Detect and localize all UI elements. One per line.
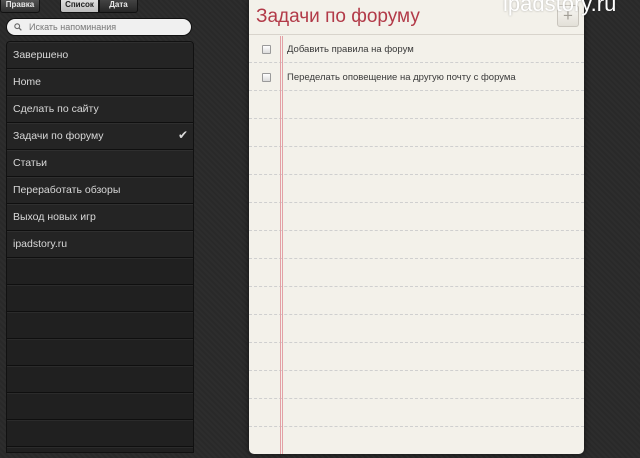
ruled-line — [249, 230, 584, 231]
segment-list[interactable]: Список — [60, 0, 99, 13]
reminder-text[interactable]: Добавить правила на форум — [287, 44, 414, 55]
ruled-line — [249, 426, 584, 427]
reminder-item[interactable]: Переделать оповещение на другую почту с … — [249, 69, 584, 89]
list-item-label: Переработать обзоры — [13, 184, 121, 196]
empty-row — [7, 393, 193, 420]
search-input[interactable] — [29, 20, 189, 34]
empty-row — [7, 420, 193, 447]
reminder-checkbox[interactable] — [262, 73, 271, 82]
empty-row — [7, 447, 193, 452]
ruled-line — [249, 342, 584, 343]
page-title: Задачи по форуму — [256, 6, 420, 27]
list-item-label: Статьи — [13, 157, 48, 169]
ruled-line — [249, 398, 584, 399]
empty-row — [7, 258, 193, 285]
sidebar-toolbar: Правка Список Дата — [0, 0, 200, 14]
list-item-label: Задачи по форуму — [13, 130, 104, 142]
list-item-label: Home — [13, 76, 42, 88]
empty-row — [7, 366, 193, 393]
ruled-line — [249, 118, 584, 119]
list-item-label: Сделать по сайту — [13, 103, 99, 115]
ruled-line — [249, 62, 584, 63]
margin-line — [282, 36, 283, 454]
list-item-site-tasks[interactable]: Сделать по сайту — [7, 96, 193, 123]
list-item-forum-tasks[interactable]: Задачи по форуму ✔ — [7, 123, 193, 150]
margin-line — [280, 36, 281, 454]
ruled-line — [249, 370, 584, 371]
ruled-line — [249, 286, 584, 287]
ruled-line — [249, 90, 584, 91]
ruled-line — [249, 314, 584, 315]
empty-row — [7, 285, 193, 312]
segment-date[interactable]: Дата — [99, 0, 138, 13]
watermark: ipadstory.ru — [503, 0, 617, 16]
ruled-line — [249, 146, 584, 147]
reminder-text[interactable]: Переделать оповещение на другую почту с … — [287, 72, 516, 83]
reminder-checkbox[interactable] — [262, 45, 271, 54]
ruled-line — [249, 258, 584, 259]
list-item-ipadstory[interactable]: ipadstory.ru — [7, 231, 193, 258]
checkmark-icon: ✔ — [177, 128, 188, 142]
title-divider — [249, 34, 584, 35]
ruled-line — [249, 202, 584, 203]
list-item-completed[interactable]: Завершено — [7, 42, 193, 69]
empty-row — [7, 312, 193, 339]
reminder-item[interactable]: Добавить правила на форум — [249, 41, 584, 61]
search-bar — [6, 18, 192, 36]
list-item-label: Выход новых игр — [13, 211, 96, 223]
list-item-articles[interactable]: Статьи — [7, 150, 193, 177]
list-item-home[interactable]: Home — [7, 69, 193, 96]
lists-sidebar: Правка Список Дата Завершено Home Сделат… — [0, 0, 200, 458]
list-item-reviews[interactable]: Переработать обзоры — [7, 177, 193, 204]
list-item-label: ipadstory.ru — [13, 238, 68, 250]
ruled-line — [249, 174, 584, 175]
edit-button[interactable]: Правка — [0, 0, 40, 13]
list-item-new-games[interactable]: Выход новых игр — [7, 204, 193, 231]
reminder-lists: Завершено Home Сделать по сайту Задачи п… — [6, 41, 194, 453]
list-item-label: Завершено — [13, 49, 69, 61]
reminders-notepad: Задачи по форуму + Добавить правила на ф… — [249, 0, 584, 454]
view-segmented-control: Список Дата — [60, 0, 140, 13]
search-icon — [14, 23, 22, 31]
empty-row — [7, 339, 193, 366]
